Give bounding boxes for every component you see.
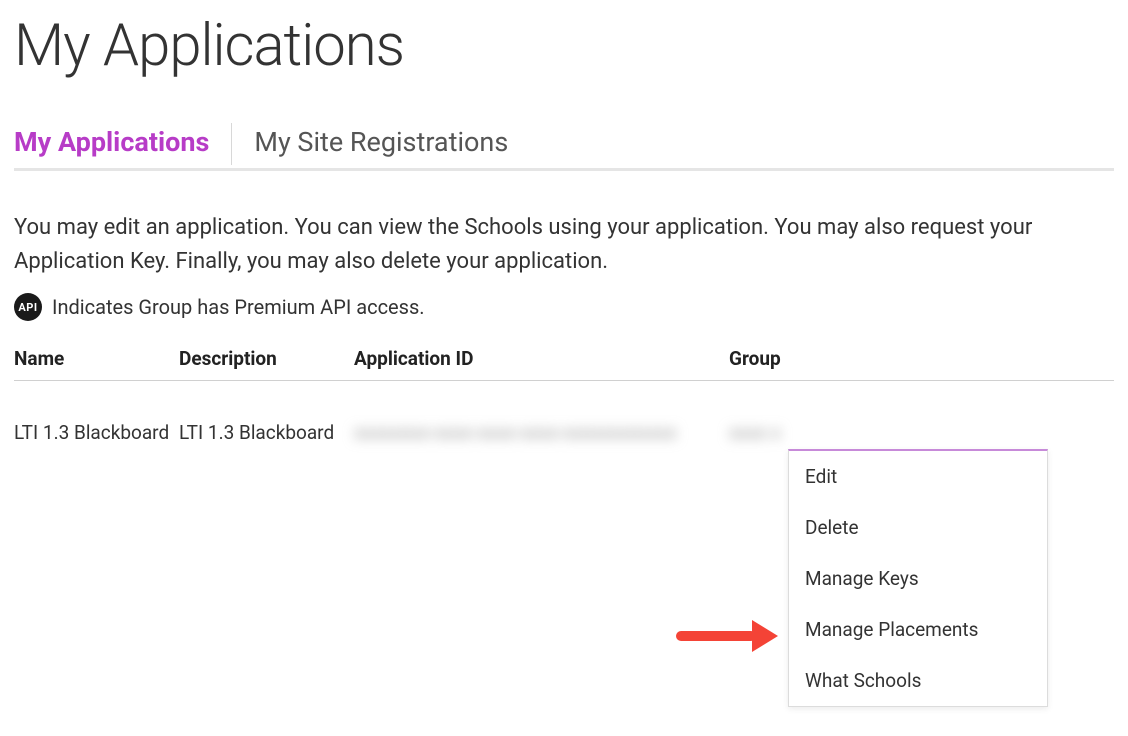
th-name: Name (14, 341, 179, 381)
tab-bar: My Applications My Site Registrations (14, 120, 1114, 171)
row-actions-menu: Edit Delete Manage Keys Manage Placement… (788, 449, 1048, 707)
tab-my-applications[interactable]: My Applications (14, 120, 209, 168)
th-application-id: Application ID (354, 341, 729, 381)
cell-group: xxxx x (729, 381, 1114, 455)
th-group: Group (729, 341, 1114, 381)
cell-description: LTI 1.3 Blackboard (179, 381, 354, 455)
api-note: API Indicates Group has Premium API acce… (14, 293, 1114, 321)
tab-divider (231, 123, 232, 165)
table-row: LTI 1.3 Blackboard LTI 1.3 Blackboard xx… (14, 381, 1114, 455)
menu-item-edit[interactable]: Edit (789, 451, 1047, 502)
menu-item-manage-placements[interactable]: Manage Placements (789, 604, 1047, 655)
cell-name: LTI 1.3 Blackboard (14, 381, 179, 455)
cell-application-id: xxxxxxxx-xxxx-xxxx-xxxx-xxxxxxxxxxxx (354, 381, 729, 455)
intro-text: You may edit an application. You can vie… (14, 211, 1114, 279)
menu-item-manage-keys[interactable]: Manage Keys (789, 553, 1047, 604)
applications-table: Name Description Application ID Group LT… (14, 341, 1114, 454)
api-icon: API (14, 293, 42, 321)
api-note-text: Indicates Group has Premium API access. (52, 295, 425, 319)
menu-item-what-schools[interactable]: What Schools (789, 655, 1047, 706)
menu-item-delete[interactable]: Delete (789, 502, 1047, 553)
th-description: Description (179, 341, 354, 381)
annotation-arrow-icon (676, 620, 778, 652)
page-title: My Applications (14, 12, 1114, 80)
tab-my-site-registrations[interactable]: My Site Registrations (254, 120, 508, 168)
